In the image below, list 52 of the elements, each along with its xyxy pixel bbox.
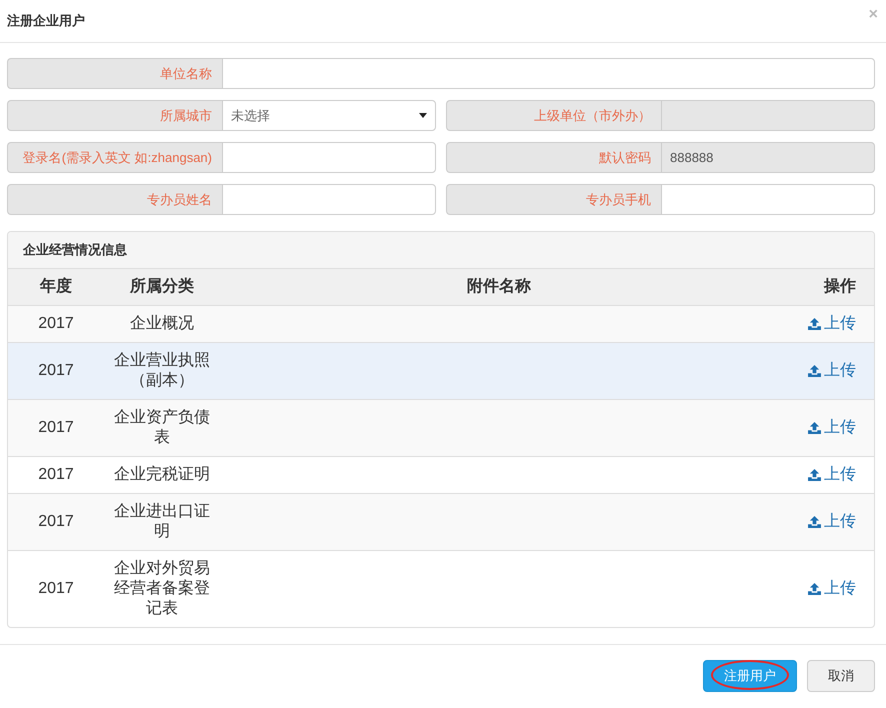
column-header: 附件名称 [220,269,778,305]
table-cell-text: 企业营业执照（副本） [113,350,211,390]
panel-title: 企业经营情况信息 [8,232,874,269]
table-cell-text: 企业概况 [129,314,195,334]
table-cell: 2017 [38,362,74,378]
table-cell: 2017 [38,314,74,332]
table-row[interactable]: 2017 企业资产负债表 上传 [8,399,874,456]
table-cell: 2017 [38,418,74,436]
cancel-button[interactable]: 取消 [807,660,875,692]
table-cell: 2017 [38,466,74,482]
input-field[interactable] [222,58,875,89]
upload-icon [808,468,821,480]
input-field[interactable] [222,184,436,215]
city-select[interactable]: 未选择 [222,100,436,131]
column-header: 年度 [8,269,104,305]
upload-icon [808,422,821,434]
input-field[interactable] [661,184,875,215]
table-cell-text: 企业进出口证明 [113,502,211,542]
column-header: 操作 [778,269,874,305]
table-cell: 2017 [38,512,74,530]
table-row[interactable]: 2017 企业概况 上传 [8,305,874,342]
table-row[interactable]: 2017 企业完税证明 上传 [8,456,874,493]
field-label: 登录名(需录入英文 如:zhangsan) [7,142,222,173]
table-cell: 2017 [38,580,74,596]
input-field[interactable]: 888888 [661,142,875,173]
field-label: 上级单位（市外办） [446,100,661,131]
column-header: 所属分类 [104,269,220,305]
field-label: 默认密码 [446,142,661,173]
upload-link[interactable]: 上传 [808,360,856,381]
table-cell-text: 企业资产负债表 [113,408,211,448]
table-cell-text: 企业对外贸易经营者备案登记表 [113,558,211,618]
table-row[interactable]: 2017 企业营业执照（副本） 上传 [8,342,874,399]
table-cell-text: 企业完税证明 [113,464,211,484]
upload-link[interactable]: 上传 [808,464,856,485]
field-label: 专办员手机 [446,184,661,215]
field-label: 专办员姓名 [7,184,222,215]
upload-icon [808,516,821,528]
field-label: 所属城市 [7,100,222,131]
caret-icon [419,113,427,118]
dialog-title: 注册企业用户 [7,12,85,30]
upload-icon [808,364,821,376]
upload-link[interactable]: 上传 [808,578,856,599]
upload-icon [808,582,821,594]
upload-link[interactable]: 上传 [808,313,856,334]
upload-link[interactable]: 上传 [808,417,856,438]
field-label: 单位名称 [7,58,222,89]
table-row[interactable]: 2017 企业对外贸易经营者备案登记表 上传 [8,550,874,627]
input-field[interactable] [661,100,875,131]
input-field[interactable] [222,142,436,173]
table-row[interactable]: 2017 企业进出口证明 上传 [8,493,874,550]
upload-icon [808,318,821,330]
upload-link[interactable]: 上传 [808,511,856,532]
